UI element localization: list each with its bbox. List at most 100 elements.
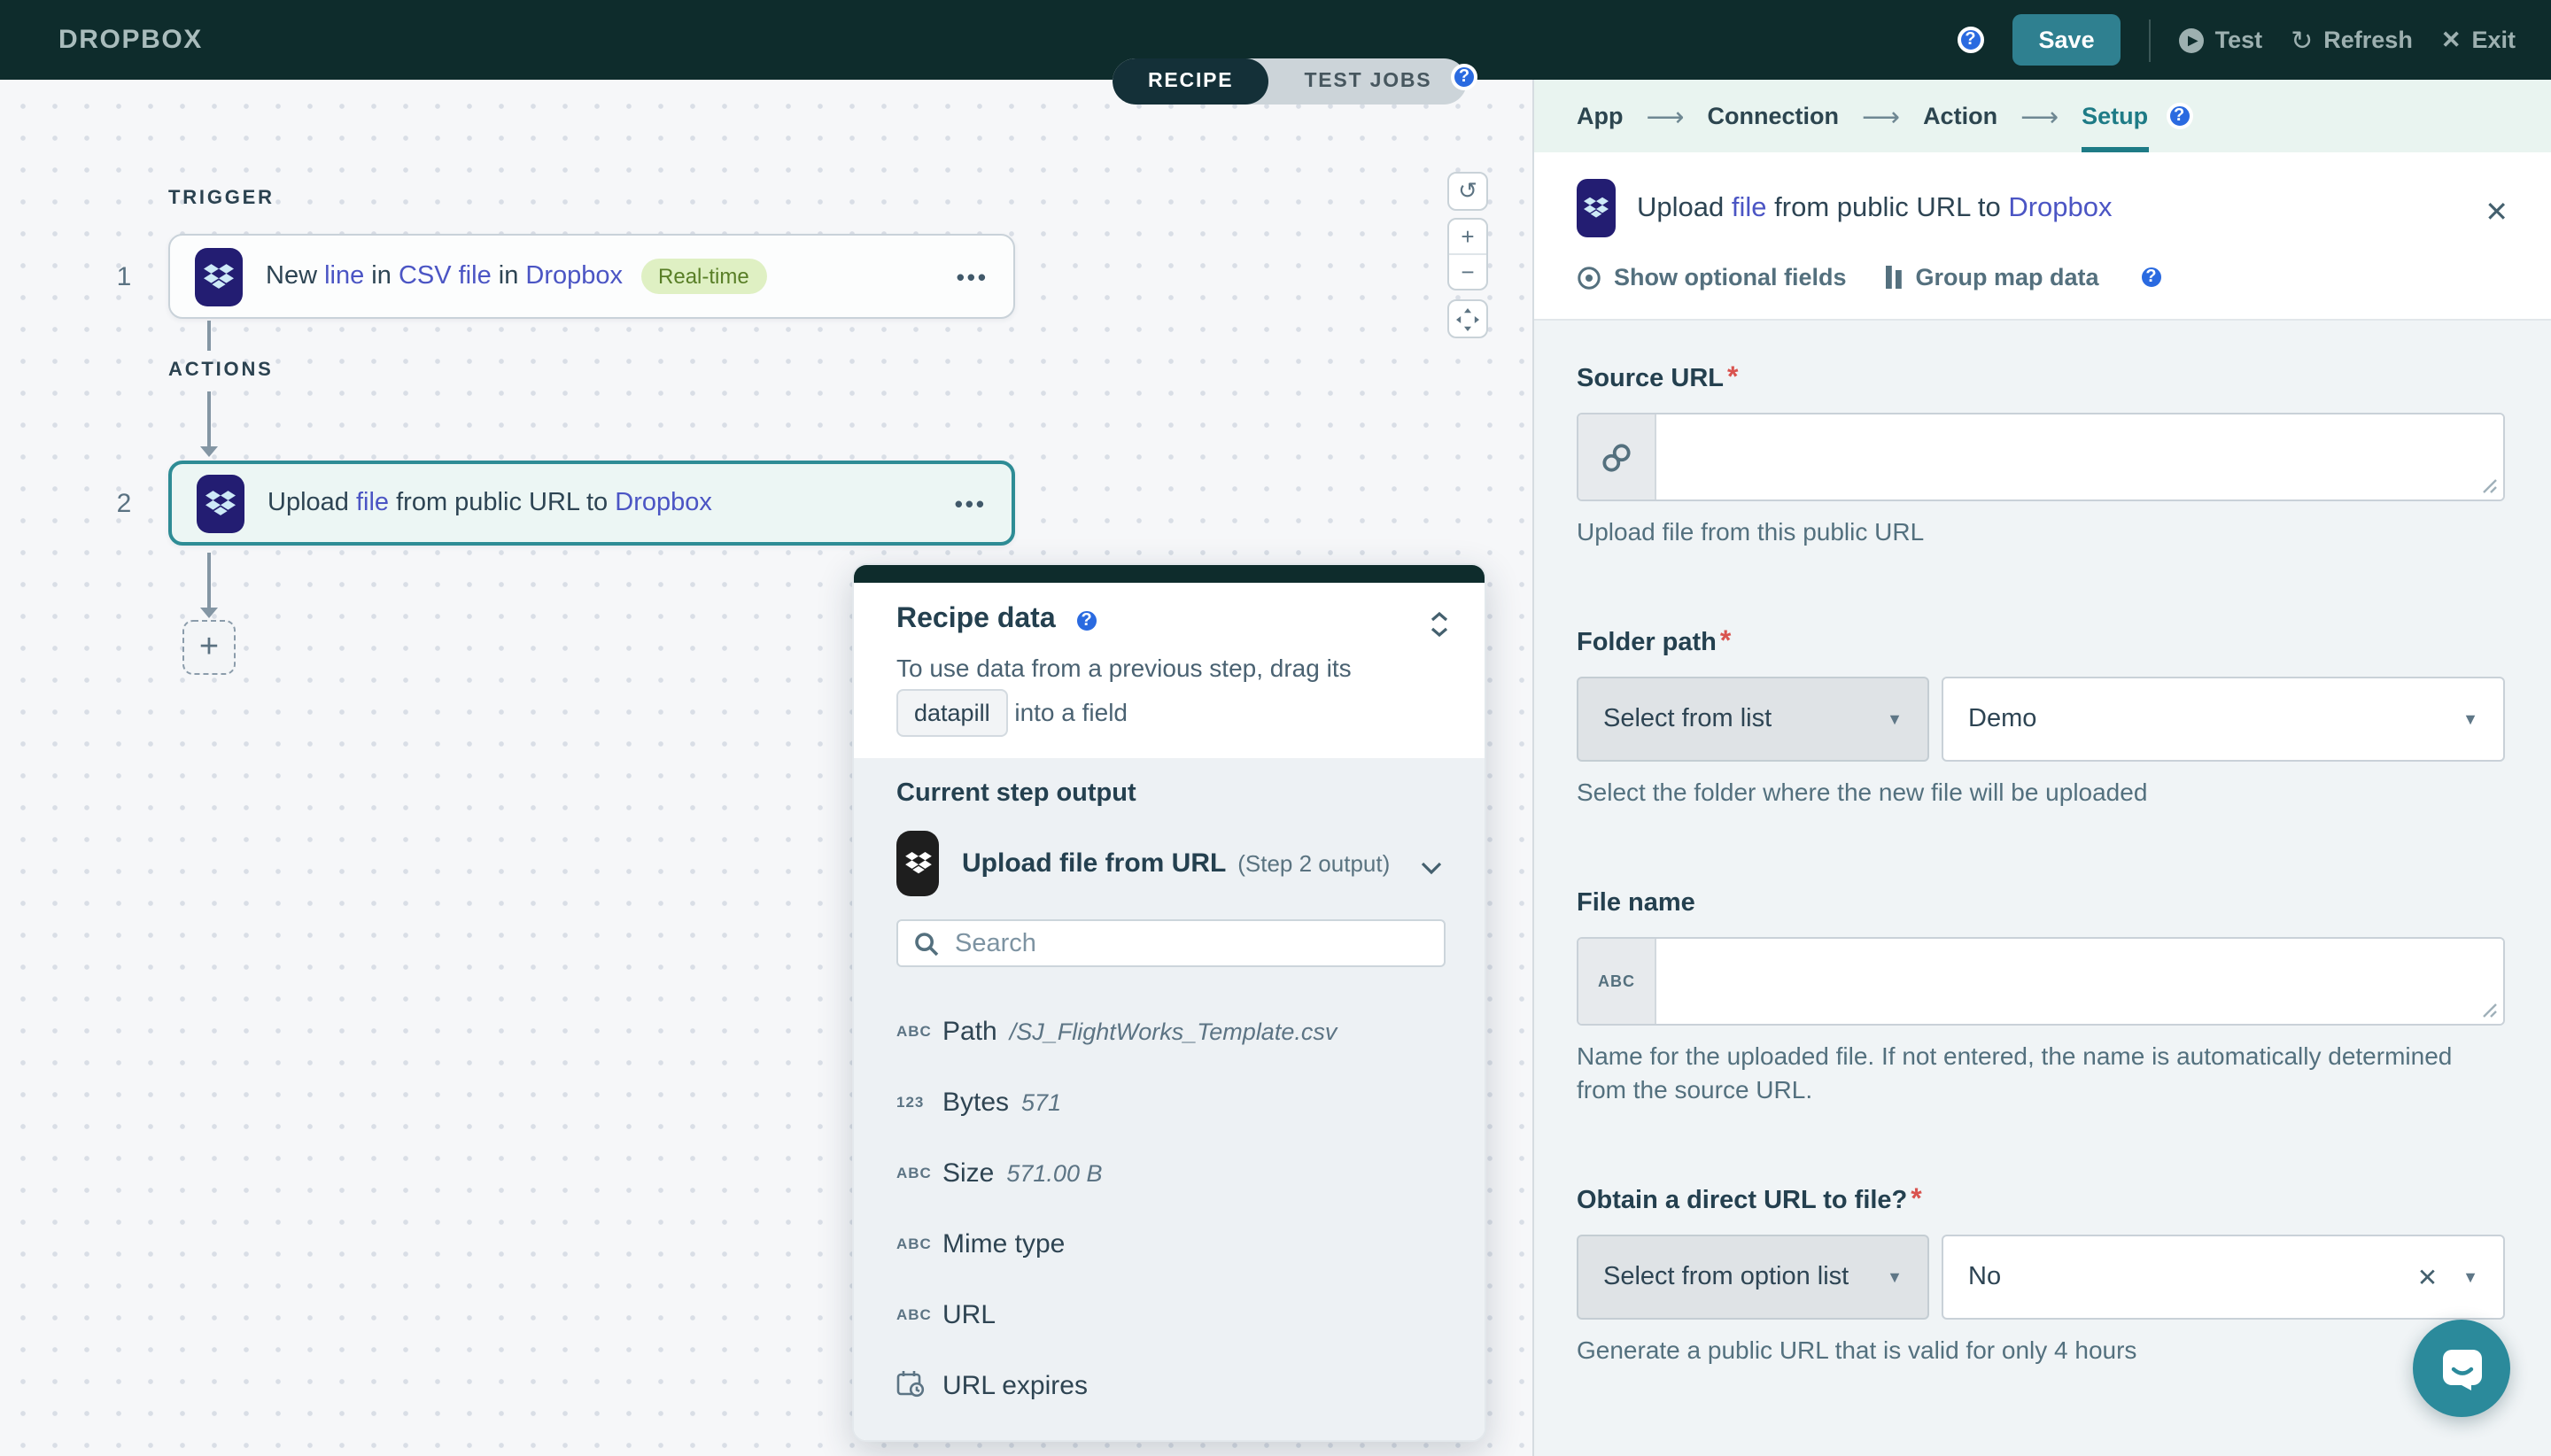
caret-down-icon: ▼ [2462,710,2478,728]
breadcrumb-help-icon[interactable]: ? [2166,103,2193,129]
recipe-title: DROPBOX [58,25,203,55]
tab-test-jobs[interactable]: TEST JOBS [1268,58,1467,105]
action-file-link[interactable]: file [356,489,389,517]
chat-bubble-icon [2442,1349,2481,1390]
realtime-badge: Real-time [640,259,767,294]
action-dropbox-link[interactable]: Dropbox [615,489,712,517]
connector-arrow [201,553,215,618]
tabs-help-icon[interactable]: ? [1451,64,1477,90]
config-breadcrumb: App ⟶ Connection ⟶ Action ⟶ Setup ? [1534,80,2551,152]
chevron-down-icon[interactable] [1421,852,1442,884]
close-panel-icon[interactable]: ✕ [2485,195,2508,230]
required-asterisk: * [1719,627,1732,657]
datapill-url[interactable]: ABC URL [896,1279,1446,1350]
datapill-size[interactable]: ABC Size 571.00 B [896,1137,1446,1208]
play-icon: ▶ [2179,27,2205,52]
eye-icon [1578,266,1601,289]
step-menu-icon[interactable]: ••• [955,490,987,516]
fit-view-button[interactable] [1447,299,1488,338]
config-title: Upload file from public URL to Dropbox [1637,192,2113,222]
field-file-name: File name ABC Name for the uploaded file… [1577,887,2505,1107]
zoom-control: + − [1447,218,1488,290]
step-config-panel: App ⟶ Connection ⟶ Action ⟶ Setup ? Uplo… [1532,80,2551,1456]
datapill-url-expires[interactable]: URL expires [896,1350,1446,1421]
config-header: Upload file from public URL to Dropbox ✕… [1534,152,2551,321]
fields-help-icon[interactable]: ? [2137,264,2165,290]
exit-button[interactable]: ✕ Exit [2441,26,2516,54]
zoom-out-button[interactable]: − [1449,254,1486,289]
dropbox-app-icon [197,474,244,532]
trigger-line-link[interactable]: line [324,262,364,290]
reset-icon: ↺ [1458,177,1477,204]
source-url-input[interactable] [1656,414,2503,500]
trigger-csv-link[interactable]: CSV file [399,262,492,290]
direct-url-value-select[interactable]: No ✕ ▼ [1942,1235,2505,1320]
text-type-icon: ABC [896,1022,932,1040]
help-icon[interactable]: ? [1957,27,1984,53]
group-map-data-button[interactable]: Group map data [1886,264,2099,290]
step-menu-icon[interactable]: ••• [957,263,989,290]
breadcrumb-app[interactable]: App [1577,80,1624,152]
step-title: New line in CSV file in Dropbox [266,262,624,290]
recipe-data-header: Recipe data ? To use data from a previou… [854,583,1485,758]
step-title: Upload file from public URL to Dropbox [268,489,712,517]
reset-view-button[interactable]: ↺ [1447,172,1488,211]
collapse-panel-icon[interactable] [1430,611,1449,647]
recipe-data-drag-handle[interactable] [854,565,1485,583]
search-icon [915,932,939,956]
datapill-path[interactable]: ABC Path /SJ_FlightWorks_Template.csv [896,995,1446,1066]
zoom-in-button[interactable]: + [1449,220,1486,255]
datapill-list: ABC Path /SJ_FlightWorks_Template.csv 12… [896,995,1446,1440]
step-number: 1 [116,262,132,292]
folder-path-value-select[interactable]: Demo ▼ [1942,677,2505,762]
step-output-header[interactable]: Upload file from URL (Step 2 output) [896,831,1446,896]
breadcrumb-action[interactable]: Action [1923,80,1997,152]
direct-url-mode-select[interactable]: Select from option list ▼ [1577,1235,1929,1320]
search-input[interactable] [951,927,1428,959]
recipe-data-help-icon[interactable]: ? [1073,607,1100,633]
recipe-data-description: To use data from a previous step, drag i… [896,648,1438,737]
divider [2149,19,2152,61]
calendar-icon [896,1369,939,1401]
clear-value-icon[interactable]: ✕ [2417,1262,2438,1292]
test-button[interactable]: ▶ Test [2179,27,2262,53]
file-name-input[interactable] [1656,939,2503,1024]
field-direct-url: Obtain a direct URL to file? * Select fro… [1577,1185,2505,1367]
step-number: 2 [116,489,132,519]
field-folder-path: Folder path * Select from list ▼ Demo ▼ S… [1577,627,2505,809]
breadcrumb-connection[interactable]: Connection [1708,80,1840,152]
text-type-icon: ABC [896,1235,932,1252]
trigger-dropbox-link[interactable]: Dropbox [525,262,623,290]
field-helper: Generate a public URL that is valid for … [1577,1336,2137,1364]
datapill-search[interactable] [896,919,1446,967]
text-type-icon: ABC [1578,939,1656,1024]
arrow-right-icon: ⟶ [1862,100,1901,132]
chat-launcher-button[interactable] [2413,1320,2510,1417]
number-type-icon: 123 [896,1093,925,1111]
field-helper: Select the folder where the new file wil… [1577,778,2148,806]
pan-arrows-icon [1456,307,1479,330]
trigger-section-label: TRIGGER [168,188,275,209]
add-step-button[interactable]: + [182,620,236,675]
config-file-link[interactable]: file [1732,192,1767,222]
caret-down-icon: ▼ [1887,710,1903,728]
config-dropbox-link[interactable]: Dropbox [2008,192,2112,222]
actions-section-label: ACTIONS [168,360,274,381]
folder-path-mode-select[interactable]: Select from list ▼ [1577,677,1929,762]
field-helper: Upload file from this public URL [1577,517,1925,546]
refresh-icon: ↻ [2291,24,2314,56]
field-helper: Name for the uploaded file. If not enter… [1577,1042,2453,1104]
step-1-trigger-card[interactable]: New line in CSV file in Dropbox Real-tim… [168,234,1015,319]
refresh-button[interactable]: ↻ Refresh [2291,24,2413,56]
recipe-editor: DROPBOX ? Save ▶ Test ↻ Refresh ✕ Exit R… [0,0,2551,1456]
save-button[interactable]: Save [2012,14,2121,66]
datapill-rev[interactable]: ABC Rev 84677140b [896,1421,1446,1440]
tab-recipe[interactable]: RECIPE [1113,58,1269,105]
step-2-action-card[interactable]: Upload file from public URL to Dropbox •… [168,461,1015,546]
show-optional-fields-button[interactable]: Show optional fields [1577,264,1847,290]
datapill-chip: datapill [896,689,1008,737]
datapill-mime-type[interactable]: ABC Mime type [896,1208,1446,1279]
datapill-bytes[interactable]: 123 Bytes 571 [896,1066,1446,1137]
breadcrumb-setup[interactable]: Setup [2082,80,2149,152]
arrow-right-icon: ⟶ [1646,100,1685,132]
